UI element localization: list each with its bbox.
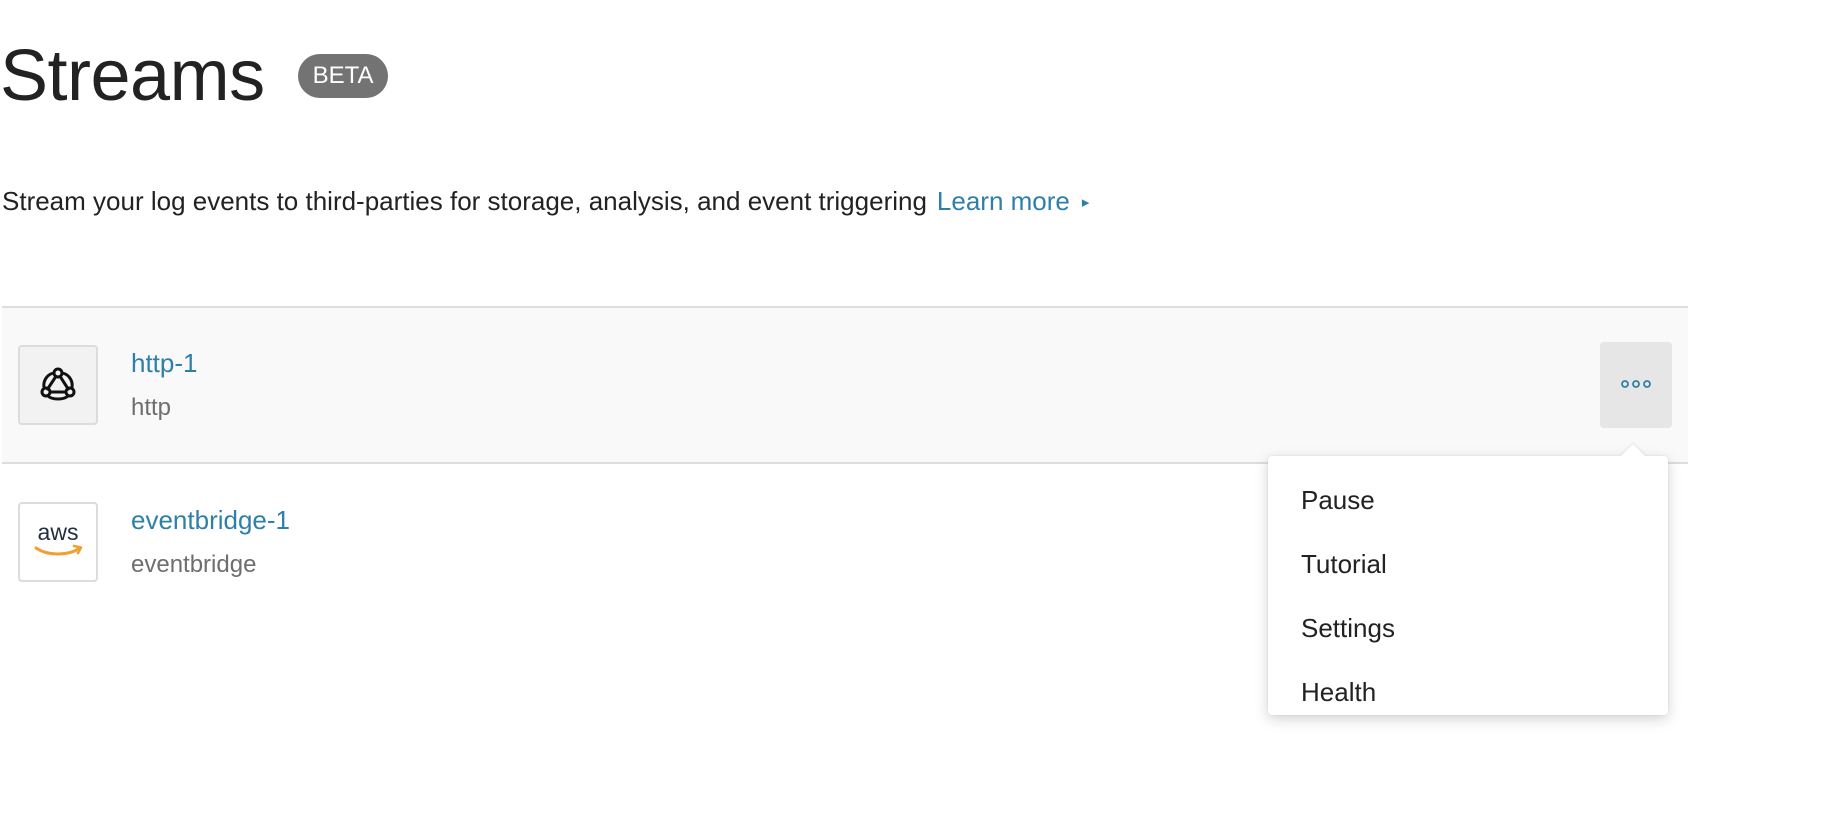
- stream-row-http-1[interactable]: http-1 http: [2, 306, 1688, 464]
- menu-pointer: [1620, 444, 1646, 457]
- stream-type: http: [131, 394, 172, 421]
- menu-item-settings[interactable]: Settings: [1268, 596, 1668, 660]
- stream-info: eventbridge-1 eventbridge: [131, 507, 290, 577]
- stream-name-link[interactable]: eventbridge-1: [131, 507, 290, 533]
- aws-logo-text: aws: [38, 519, 79, 545]
- more-horizontal-icon: [1621, 376, 1651, 394]
- stream-type: eventbridge: [131, 551, 257, 578]
- page-header: Streams BETA: [0, 36, 389, 116]
- aws-logo: aws: [30, 518, 86, 567]
- beta-badge: BETA: [297, 54, 389, 98]
- description-text: Stream your log events to third-parties …: [2, 186, 927, 216]
- more-options-button[interactable]: [1600, 342, 1672, 428]
- stream-info: http-1 http: [131, 350, 198, 420]
- caret-right-icon: ▸: [1081, 193, 1090, 211]
- learn-more-link[interactable]: Learn more ▸: [937, 186, 1090, 217]
- row-actions-menu: Pause Tutorial Settings Health: [1268, 444, 1668, 715]
- menu-item-tutorial[interactable]: Tutorial: [1268, 532, 1668, 596]
- page-description: Stream your log events to third-parties …: [2, 186, 1089, 217]
- learn-more-label: Learn more: [936, 186, 1070, 216]
- stream-name-link[interactable]: http-1: [131, 350, 198, 376]
- menu-item-pause[interactable]: Pause: [1268, 468, 1668, 532]
- page-title: Streams: [0, 36, 265, 116]
- webhook-icon: [38, 363, 78, 408]
- stream-icon-box: aws: [18, 502, 98, 582]
- streams-page: Streams BETA Stream your log events to t…: [0, 0, 1834, 816]
- menu-list: Pause Tutorial Settings Health: [1268, 456, 1668, 724]
- stream-icon-box: [18, 345, 98, 425]
- menu-item-health[interactable]: Health: [1268, 660, 1668, 724]
